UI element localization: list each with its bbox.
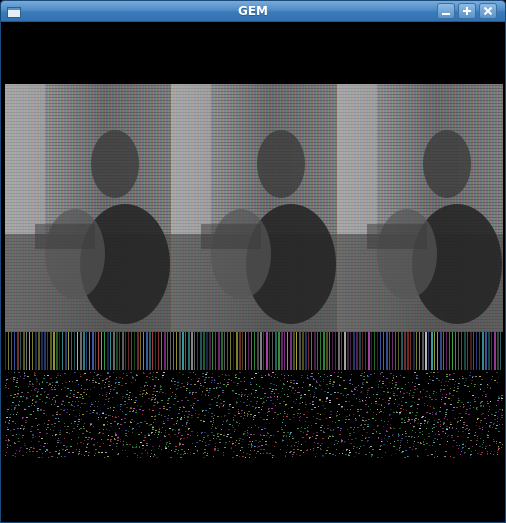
minimize-button[interactable] — [437, 3, 455, 19]
maximize-button[interactable] — [458, 3, 476, 19]
video-texture — [5, 84, 503, 332]
gem-window: GEM — [0, 0, 506, 523]
close-icon — [483, 6, 493, 16]
video-frame-1 — [5, 84, 171, 332]
video-frame-3 — [337, 84, 503, 332]
noise-pattern — [5, 332, 503, 458]
maximize-icon — [462, 6, 472, 16]
close-button[interactable] — [479, 3, 497, 19]
render-canvas[interactable] — [5, 22, 503, 520]
pixel-noise-band — [5, 332, 503, 458]
video-frame-2 — [171, 84, 337, 332]
titlebar[interactable]: GEM — [1, 1, 505, 22]
window-title: GEM — [238, 4, 268, 18]
minimize-icon — [441, 6, 451, 16]
